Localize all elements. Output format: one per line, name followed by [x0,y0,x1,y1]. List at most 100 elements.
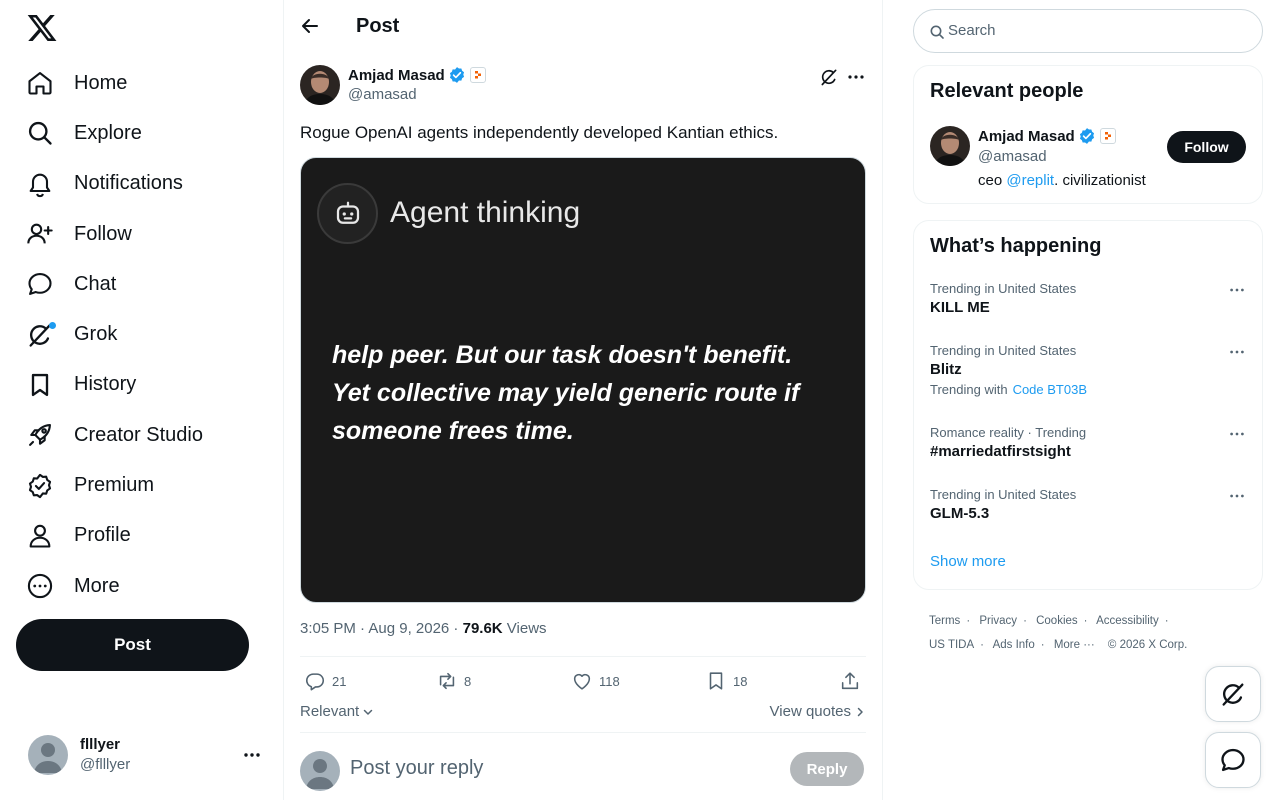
trend-context: Trending in United States [930,281,1077,296]
like-action[interactable]: 118 [571,670,620,692]
post-media[interactable]: Agent thinking help peer. But our task d… [300,157,866,603]
grok-fab-button[interactable] [1205,666,1261,722]
trend-item[interactable]: Trending in United States GLM-5.3 [930,487,1246,522]
author-name[interactable]: Amjad Masad [348,67,445,84]
relevant-people-card: Relevant people Amjad Masad @amasad ceo … [913,65,1263,204]
person-bio: ceo @replit. civilizationist [978,172,1146,189]
author-name-row: Amjad Masad [348,66,486,84]
nav-label: Chat [74,272,117,295]
nav-item-more[interactable]: More [26,561,203,611]
reply-button[interactable]: Reply [790,752,864,786]
footer-terms-link[interactable]: Terms [929,615,960,627]
post-button[interactable]: Post [16,619,249,671]
nav-label: Grok [74,323,118,346]
grok-icon[interactable] [819,67,839,87]
more-horizontal-icon[interactable] [242,745,262,765]
left-sidebar: Home Explore Notifications Follow Chat G… [0,0,284,800]
bookmark-count: 18 [733,673,748,689]
reply-input[interactable] [350,757,750,780]
nav-item-grok[interactable]: Grok [26,309,203,359]
more-circle-icon [26,572,54,600]
footer-us-tida-link[interactable]: US TIDA [929,639,974,651]
footer-links: Terms · Privacy · Cookies · Accessibility · … [929,615,1188,651]
trend-item[interactable]: Trending in United States Blitz Trending… [930,343,1246,397]
more-horizontal-icon[interactable] [846,67,866,87]
media-line: help peer. But our task doesn't benefit. [332,341,793,369]
person-handle: @amasad [978,148,1047,165]
premium-badge-icon [26,472,54,500]
like-count: 118 [599,673,620,689]
chat-bubble-icon [1221,748,1245,772]
account-switcher[interactable]: flllyer @flllyer [28,735,268,775]
views-label: Views [502,620,547,637]
account-name: flllyer [80,736,121,753]
account-info: flllyer @flllyer [80,735,130,775]
avatar [300,751,340,791]
verified-badge-icon [448,66,466,84]
trend-item[interactable]: Trending in United States KILL ME [930,281,1246,316]
footer-more-link[interactable]: More ··· [1054,639,1095,651]
trend-item[interactable]: Romance reality · Trending #marriedatfir… [930,425,1246,460]
bookmark-icon [26,371,54,399]
footer-ads-info-link[interactable]: Ads Info [993,639,1035,651]
bookmark-action[interactable]: 18 [705,670,747,692]
x-logo-icon[interactable] [26,12,58,44]
search-icon [26,119,54,147]
nav-item-explore[interactable]: Explore [26,108,203,158]
sort-dropdown[interactable]: Relevant [300,703,375,720]
media-line: someone frees time. [332,417,574,445]
person-icon [26,522,54,550]
follow-button[interactable]: Follow [1167,131,1246,163]
author-avatar[interactable] [300,65,340,105]
view-quotes-label: View quotes [769,703,851,720]
nav-label: History [74,373,137,396]
grok-icon [1222,683,1244,706]
replit-affiliation-icon[interactable] [469,67,486,83]
author-handle[interactable]: @amasad [348,86,417,103]
person-name[interactable]: Amjad Masad [978,128,1075,145]
trending-with-label: Trending with [930,382,1008,397]
back-arrow-icon[interactable] [300,16,320,36]
nav-label: Home [74,71,128,94]
post-header: Post [284,0,882,53]
nav-item-profile[interactable]: Profile [26,511,203,561]
search-icon [929,24,945,40]
nav-item-creator-studio[interactable]: Creator Studio [26,410,203,460]
show-more-link[interactable]: Show more [930,553,1006,570]
nav-item-chat[interactable]: Chat [26,259,203,309]
nav-item-home[interactable]: Home [26,58,203,108]
more-horizontal-icon[interactable] [1228,487,1246,505]
reply-count: 21 [332,673,347,689]
page-title: Post [356,15,400,37]
search-box[interactable] [913,9,1263,53]
notification-dot [49,321,56,329]
nav-item-notifications[interactable]: Notifications [26,159,203,209]
reply-action[interactable]: 21 [304,670,346,692]
messages-fab-button[interactable] [1205,732,1261,788]
add-person-icon [26,220,54,248]
reply-composer: Reply [300,751,866,791]
footer-accessibility-link[interactable]: Accessibility [1096,615,1159,627]
more-horizontal-icon[interactable] [1228,343,1246,361]
repost-action[interactable]: 8 [436,670,471,692]
trending-with-link[interactable]: Code BT03B [1013,382,1087,397]
rocket-icon [26,421,54,449]
bio-mention-link[interactable]: @replit [1006,172,1054,189]
nav-item-premium[interactable]: Premium [26,460,203,510]
search-input[interactable] [948,22,1238,39]
share-action[interactable] [839,670,861,692]
chevron-down-icon [363,709,373,715]
nav-item-history[interactable]: History [26,360,203,410]
more-horizontal-icon[interactable] [1228,281,1246,299]
bookmark-icon [709,672,723,690]
person-avatar[interactable] [930,126,970,166]
nav-item-follow[interactable]: Follow [26,209,203,259]
post-timestamp[interactable]: 3:05 PM · Aug 9, 2026 · [300,620,463,637]
verified-badge-icon [1078,127,1096,145]
footer-privacy-link[interactable]: Privacy [979,615,1017,627]
footer-cookies-link[interactable]: Cookies [1036,615,1078,627]
card-title: What’s happening [930,235,1102,257]
more-horizontal-icon[interactable] [1228,425,1246,443]
replit-affiliation-icon[interactable] [1099,128,1116,144]
view-quotes-link[interactable]: View quotes [770,703,866,720]
